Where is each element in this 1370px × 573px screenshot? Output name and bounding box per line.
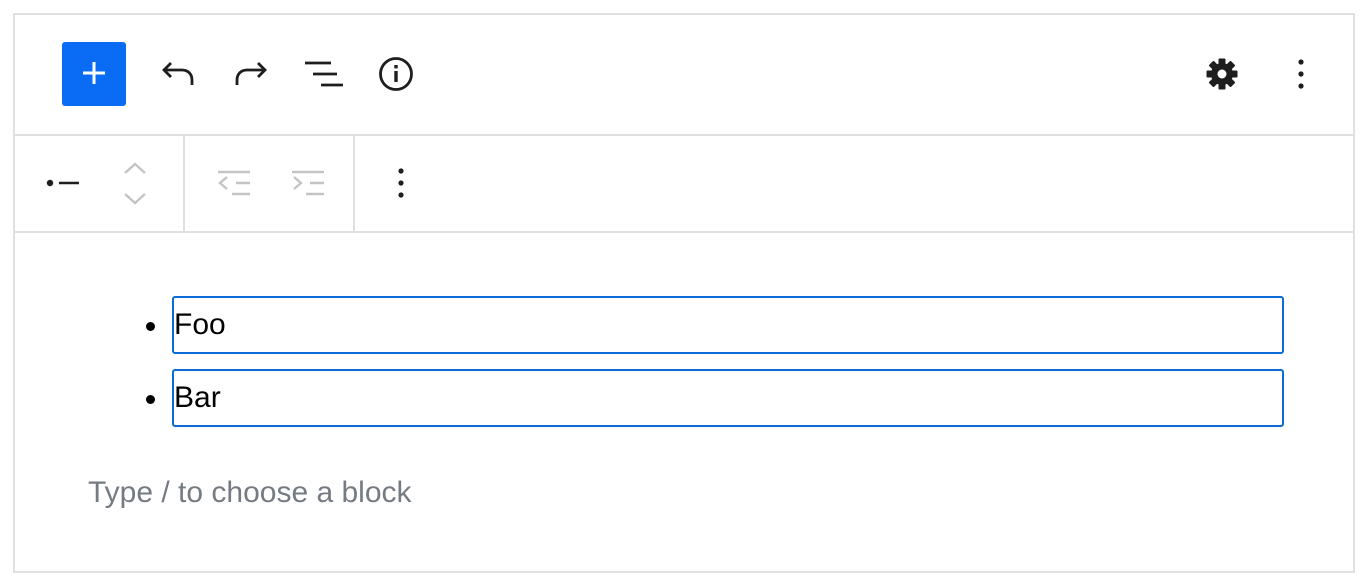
outdent-button[interactable]: [211, 162, 257, 206]
details-button[interactable]: [374, 54, 418, 96]
block-placeholder[interactable]: Type / to choose a block: [88, 476, 412, 510]
toolbar-divider: [183, 136, 185, 231]
redo-icon: [233, 59, 269, 92]
list-bullet: [146, 322, 155, 331]
list-bullet: [146, 395, 155, 404]
plus-icon: [80, 59, 108, 90]
list-view-button[interactable]: [301, 54, 345, 96]
settings-button[interactable]: [1200, 54, 1244, 96]
list-item-text[interactable]: Foo: [174, 310, 226, 340]
list-view-icon: [303, 58, 343, 93]
list-item-icon: [46, 177, 82, 192]
top-toolbar: [15, 15, 1353, 136]
chevron-down-icon: [122, 191, 148, 210]
list-item[interactable]: Bar: [172, 369, 1284, 427]
indent-icon: [290, 169, 326, 200]
editor-frame: Foo Bar Type / to choose a block: [13, 13, 1355, 573]
options-button[interactable]: [1281, 54, 1321, 96]
block-options-button[interactable]: [381, 162, 421, 206]
toolbar-divider: [353, 136, 355, 231]
more-vertical-icon: [1297, 58, 1305, 93]
add-block-button[interactable]: [62, 42, 126, 106]
indent-button[interactable]: [285, 162, 331, 206]
redo-button[interactable]: [229, 54, 273, 96]
info-icon: [378, 56, 414, 95]
gear-icon: [1205, 57, 1239, 94]
list-item-text[interactable]: Bar: [174, 383, 221, 413]
move-up-button[interactable]: [118, 156, 152, 182]
block-type-button[interactable]: [41, 162, 87, 206]
more-vertical-icon: [397, 167, 405, 202]
outdent-icon: [216, 169, 252, 200]
chevron-up-icon: [122, 160, 148, 179]
undo-button[interactable]: [156, 54, 200, 96]
undo-icon: [160, 59, 196, 92]
list-item[interactable]: Foo: [172, 296, 1284, 354]
block-toolbar: [15, 136, 1353, 233]
move-down-button[interactable]: [118, 187, 152, 213]
